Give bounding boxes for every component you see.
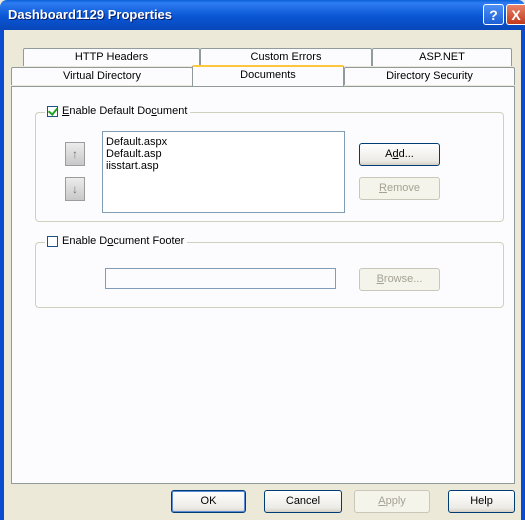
help-icon[interactable]: ? — [483, 4, 504, 25]
help-button[interactable]: Help — [448, 490, 515, 513]
tab-label: Directory Security — [386, 70, 473, 82]
browse-button-label: Browse... — [376, 273, 423, 285]
tab-custom-errors[interactable]: Custom Errors — [200, 48, 372, 66]
add-button-label: Add... — [385, 148, 414, 160]
default-documents-list[interactable]: Default.aspx Default.asp iisstart.asp — [102, 131, 345, 213]
arrow-up-icon: ↑ — [72, 147, 78, 161]
cancel-button-label: Cancel — [285, 495, 321, 507]
tab-directory-security[interactable]: Directory Security — [344, 67, 515, 85]
window-title: Dashboard1129 Properties — [8, 7, 173, 22]
list-item[interactable]: Default.asp — [103, 148, 344, 160]
title-bar[interactable]: Dashboard1129 Properties ? X — [0, 0, 525, 30]
checkbox-label: Enable Default Document — [62, 105, 188, 117]
enable-document-footer-checkbox[interactable]: Enable Document Footer — [45, 235, 188, 247]
window-border-left — [0, 30, 4, 520]
cancel-button[interactable]: Cancel — [264, 490, 342, 513]
tab-http-headers[interactable]: HTTP Headers — [23, 48, 200, 66]
browse-button[interactable]: Browse... — [359, 268, 440, 291]
checkbox-checked-icon[interactable] — [47, 105, 58, 117]
apply-button[interactable]: Apply — [354, 490, 430, 513]
enable-default-document-checkbox[interactable]: Enable Default Document — [45, 105, 191, 117]
tab-label: HTTP Headers — [74, 51, 149, 63]
list-item[interactable]: Default.aspx — [103, 136, 344, 148]
list-item[interactable]: iisstart.asp — [103, 160, 344, 172]
checkbox-label: Enable Document Footer — [62, 235, 185, 247]
tab-label: Virtual Directory — [62, 70, 142, 82]
ok-button[interactable]: OK — [171, 490, 246, 513]
footer-path-input[interactable] — [105, 268, 336, 289]
apply-button-label: Apply — [378, 495, 406, 507]
move-up-button[interactable]: ↑ — [65, 142, 85, 166]
window-border-right — [521, 30, 525, 520]
tab-documents[interactable]: Documents — [192, 65, 344, 86]
remove-button[interactable]: Remove — [359, 177, 440, 200]
arrow-down-icon: ↓ — [72, 182, 78, 196]
move-down-button[interactable]: ↓ — [65, 177, 85, 201]
tab-asp-net[interactable]: ASP.NET — [372, 48, 512, 66]
tab-label: Custom Errors — [250, 51, 322, 63]
ok-button-label: OK — [200, 495, 217, 507]
remove-button-label: Remove — [379, 182, 420, 194]
tab-label: ASP.NET — [419, 51, 465, 63]
tab-virtual-directory[interactable]: Virtual Directory — [11, 67, 193, 85]
checkbox-unchecked-icon[interactable] — [47, 235, 58, 247]
close-icon[interactable]: X — [506, 4, 525, 25]
help-button-label: Help — [470, 495, 493, 507]
tab-label: Documents — [240, 69, 296, 81]
add-button[interactable]: Add... — [359, 143, 440, 166]
